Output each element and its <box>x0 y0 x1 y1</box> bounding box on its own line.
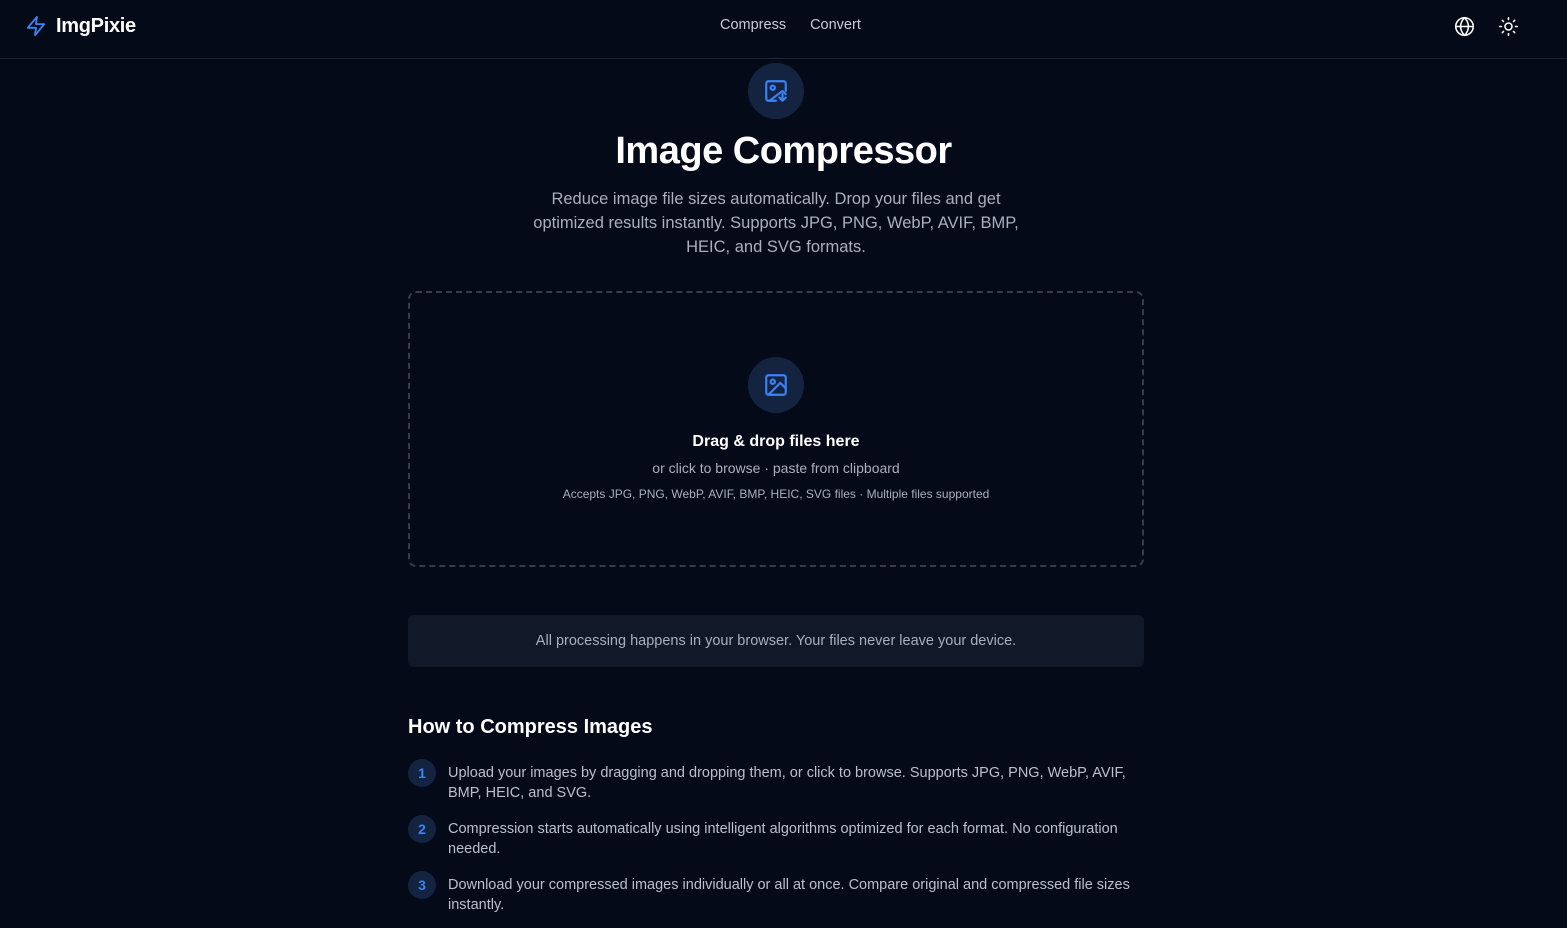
app-name: ImgPixie <box>56 14 136 37</box>
step-number: 1 <box>408 759 436 787</box>
dropzone-title: Drag & drop files here <box>692 433 860 450</box>
top-header: ImgPixie Compress Convert <box>0 0 1567 59</box>
file-dropzone[interactable]: Drag & drop files here or click to brows… <box>408 291 1144 567</box>
step-text: Compression starts automatically using i… <box>448 821 1118 857</box>
language-button[interactable] <box>1449 11 1479 41</box>
logo-link[interactable]: ImgPixie <box>25 14 136 38</box>
lightning-icon <box>25 14 47 38</box>
image-download-icon <box>748 63 804 119</box>
sun-icon <box>1498 16 1519 37</box>
privacy-notice: All processing happens in your browser. … <box>408 615 1144 667</box>
step-number: 2 <box>408 815 436 843</box>
image-icon <box>748 357 804 413</box>
howto-steps: 1 Upload your images by dragging and dro… <box>408 759 1148 927</box>
main-nav: Compress Convert <box>720 17 861 33</box>
step-text: Upload your images by dragging and dropp… <box>448 765 1126 801</box>
theme-toggle-button[interactable] <box>1493 11 1523 41</box>
howto-title: How to Compress Images <box>408 716 653 738</box>
list-item: 2 Compression starts automatically using… <box>408 815 1148 871</box>
privacy-text: All processing happens in your browser. … <box>535 633 1017 649</box>
page-title: Image Compressor <box>615 130 952 172</box>
dropzone-accepted-formats: Accepts JPG, PNG, WebP, AVIF, BMP, HEIC,… <box>562 487 990 501</box>
step-number: 3 <box>408 871 436 899</box>
dropzone-subtitle: or click to browse · paste from clipboar… <box>652 460 900 476</box>
nav-convert[interactable]: Convert <box>810 17 861 33</box>
nav-compress[interactable]: Compress <box>720 17 786 33</box>
step-text: Download your compressed images individu… <box>448 877 1130 913</box>
page-subtitle: Reduce image file sizes automatically. D… <box>533 190 1019 256</box>
list-item: 1 Upload your images by dragging and dro… <box>408 759 1148 815</box>
globe-icon <box>1454 16 1475 37</box>
list-item: 3 Download your compressed images indivi… <box>408 871 1148 927</box>
